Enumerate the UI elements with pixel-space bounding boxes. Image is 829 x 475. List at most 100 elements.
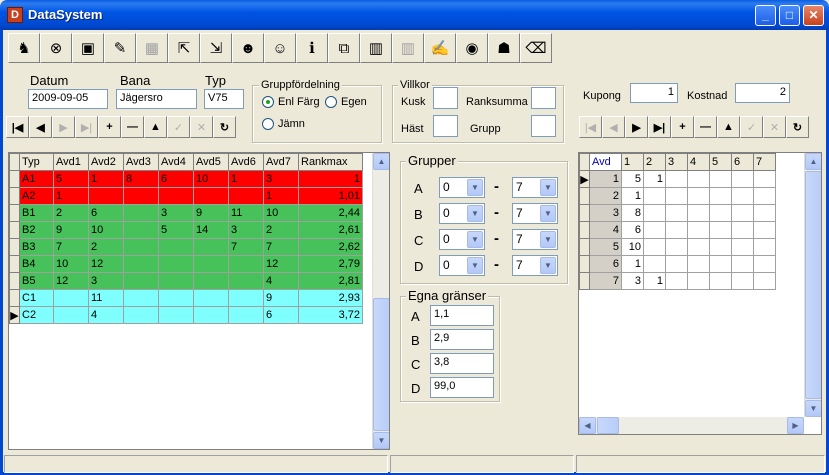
table-cell[interactable]: 7 bbox=[589, 272, 622, 290]
table-cell[interactable]: A1 bbox=[19, 170, 54, 188]
table-cell[interactable] bbox=[123, 238, 159, 256]
datum-field[interactable]: 2009-09-05 bbox=[28, 89, 108, 109]
toolbar-button-pointer[interactable]: ⇱ bbox=[168, 33, 200, 63]
current-row-indicator-icon[interactable]: ▶ bbox=[579, 170, 590, 188]
row-indicator[interactable] bbox=[9, 187, 20, 205]
table-row[interactable]: 38 bbox=[579, 204, 776, 222]
table-cell[interactable] bbox=[123, 204, 159, 222]
egna-granser-field[interactable]: 3,8 bbox=[430, 353, 494, 374]
chevron-down-icon[interactable]: ▼ bbox=[467, 179, 483, 196]
last-record-button[interactable]: ▶| bbox=[75, 116, 98, 138]
table-cell[interactable] bbox=[123, 306, 159, 324]
table-cell[interactable]: 1 bbox=[621, 187, 644, 205]
table-cell[interactable]: B2 bbox=[19, 221, 54, 239]
table-cell[interactable]: 1,01 bbox=[298, 187, 363, 205]
column-header[interactable]: Avd7 bbox=[263, 153, 299, 171]
table-cell[interactable]: 10 bbox=[53, 255, 89, 273]
table-cell[interactable]: B1 bbox=[19, 204, 54, 222]
scroll-right-arrow-icon[interactable]: ▶ bbox=[787, 417, 804, 434]
table-cell[interactable] bbox=[228, 187, 264, 205]
column-header[interactable]: 3 bbox=[665, 153, 688, 171]
table-cell[interactable] bbox=[158, 289, 194, 307]
table-cell[interactable] bbox=[643, 204, 666, 222]
table-cell[interactable]: 3 bbox=[88, 272, 124, 290]
grupper-from-select[interactable]: 0 ▼ bbox=[439, 177, 485, 198]
table-cell[interactable]: 7 bbox=[263, 238, 299, 256]
table-cell[interactable] bbox=[193, 238, 229, 256]
table-cell[interactable] bbox=[753, 204, 776, 222]
row-indicator[interactable] bbox=[579, 204, 590, 222]
toolbar-button-users[interactable]: ☗ bbox=[488, 33, 520, 63]
table-cell[interactable] bbox=[665, 170, 688, 188]
table-cell[interactable] bbox=[731, 187, 754, 205]
delete-record-button[interactable]: — bbox=[694, 116, 717, 138]
table-cell[interactable]: 10 bbox=[193, 170, 229, 188]
table-cell[interactable]: 14 bbox=[193, 221, 229, 239]
table-cell[interactable]: 2 bbox=[88, 238, 124, 256]
last-record-button[interactable]: ▶| bbox=[648, 116, 671, 138]
prior-record-button[interactable]: ◀ bbox=[29, 116, 52, 138]
table-cell[interactable] bbox=[687, 272, 710, 290]
table-cell[interactable] bbox=[158, 272, 194, 290]
table-cell[interactable]: C2 bbox=[19, 306, 54, 324]
table-cell[interactable] bbox=[731, 221, 754, 239]
table-cell[interactable] bbox=[753, 272, 776, 290]
hast-field[interactable] bbox=[433, 115, 458, 137]
row-indicator[interactable] bbox=[579, 187, 590, 205]
table-cell[interactable]: 7 bbox=[53, 238, 89, 256]
table-cell[interactable]: 6 bbox=[589, 255, 622, 273]
table-cell[interactable] bbox=[687, 170, 710, 188]
kusk-field[interactable] bbox=[433, 87, 458, 109]
table-cell[interactable]: 3 bbox=[228, 221, 264, 239]
title-bar[interactable]: D DataSystem _ □ ✕ bbox=[0, 0, 829, 30]
table-row[interactable]: 731 bbox=[579, 272, 776, 290]
table-cell[interactable] bbox=[753, 238, 776, 256]
table-cell[interactable]: 11 bbox=[88, 289, 124, 307]
column-header[interactable]: Avd bbox=[589, 153, 622, 171]
next-record-button[interactable]: ▶ bbox=[52, 116, 75, 138]
table-cell[interactable] bbox=[643, 221, 666, 239]
table-cell[interactable]: 2 bbox=[53, 204, 89, 222]
avd-grid[interactable]: Avd 1 2 3 4 5 6 7 ▶ 1 5 1 2 1 3 8 4 6 5 10 6 1 7 3 1 ▲ ▼ ◀ ▶ bbox=[578, 152, 822, 435]
column-header[interactable]: Avd2 bbox=[88, 153, 124, 171]
table-cell[interactable]: 10 bbox=[621, 238, 644, 256]
table-cell[interactable]: 3 bbox=[263, 170, 299, 188]
table-cell[interactable] bbox=[123, 289, 159, 307]
chevron-down-icon[interactable]: ▼ bbox=[540, 257, 556, 274]
table-cell[interactable] bbox=[687, 238, 710, 256]
scroll-thumb[interactable] bbox=[805, 171, 821, 399]
table-cell[interactable] bbox=[687, 204, 710, 222]
table-cell[interactable] bbox=[709, 187, 732, 205]
table-cell[interactable] bbox=[665, 204, 688, 222]
prior-record-button[interactable]: ◀ bbox=[602, 116, 625, 138]
table-cell[interactable]: 8 bbox=[621, 204, 644, 222]
scroll-down-arrow-icon[interactable]: ▼ bbox=[805, 400, 821, 417]
table-row[interactable]: 61 bbox=[579, 255, 776, 273]
column-header[interactable]: Typ bbox=[19, 153, 54, 171]
toolbar-button-notes[interactable]: ✍ bbox=[424, 33, 456, 63]
egna-granser-field[interactable]: 2,9 bbox=[430, 329, 494, 350]
first-record-button[interactable]: |◀ bbox=[6, 116, 29, 138]
toolbar-button-info[interactable]: ℹ bbox=[296, 33, 328, 63]
row-indicator[interactable] bbox=[9, 221, 20, 239]
radio-enl-farg[interactable]: Enl Färg bbox=[262, 96, 320, 108]
table-cell[interactable]: 3 bbox=[589, 204, 622, 222]
table-cell[interactable]: 7 bbox=[228, 238, 264, 256]
toolbar-button-eraser[interactable]: ⌫ bbox=[520, 33, 552, 63]
table-row[interactable]: B2 9 10 5 14 3 2 2,61 bbox=[9, 221, 363, 239]
table-cell[interactable] bbox=[643, 187, 666, 205]
table-cell[interactable]: 6 bbox=[263, 306, 299, 324]
next-record-button[interactable]: ▶ bbox=[625, 116, 648, 138]
table-cell[interactable]: 5 bbox=[621, 170, 644, 188]
table-cell[interactable]: 1 bbox=[643, 272, 666, 290]
chevron-down-icon[interactable]: ▼ bbox=[540, 205, 556, 222]
table-cell[interactable]: 8 bbox=[123, 170, 159, 188]
table-cell[interactable]: 10 bbox=[88, 221, 124, 239]
table-cell[interactable]: C1 bbox=[19, 289, 54, 307]
toolbar-button-bar-chart-disabled[interactable]: ▥ bbox=[392, 33, 424, 63]
table-cell[interactable] bbox=[665, 221, 688, 239]
table-cell[interactable]: 4 bbox=[263, 272, 299, 290]
table-row[interactable]: A1 5 1 8 6 10 1 3 1 bbox=[9, 170, 363, 188]
table-cell[interactable] bbox=[709, 221, 732, 239]
post-record-button[interactable]: ✓ bbox=[167, 116, 190, 138]
